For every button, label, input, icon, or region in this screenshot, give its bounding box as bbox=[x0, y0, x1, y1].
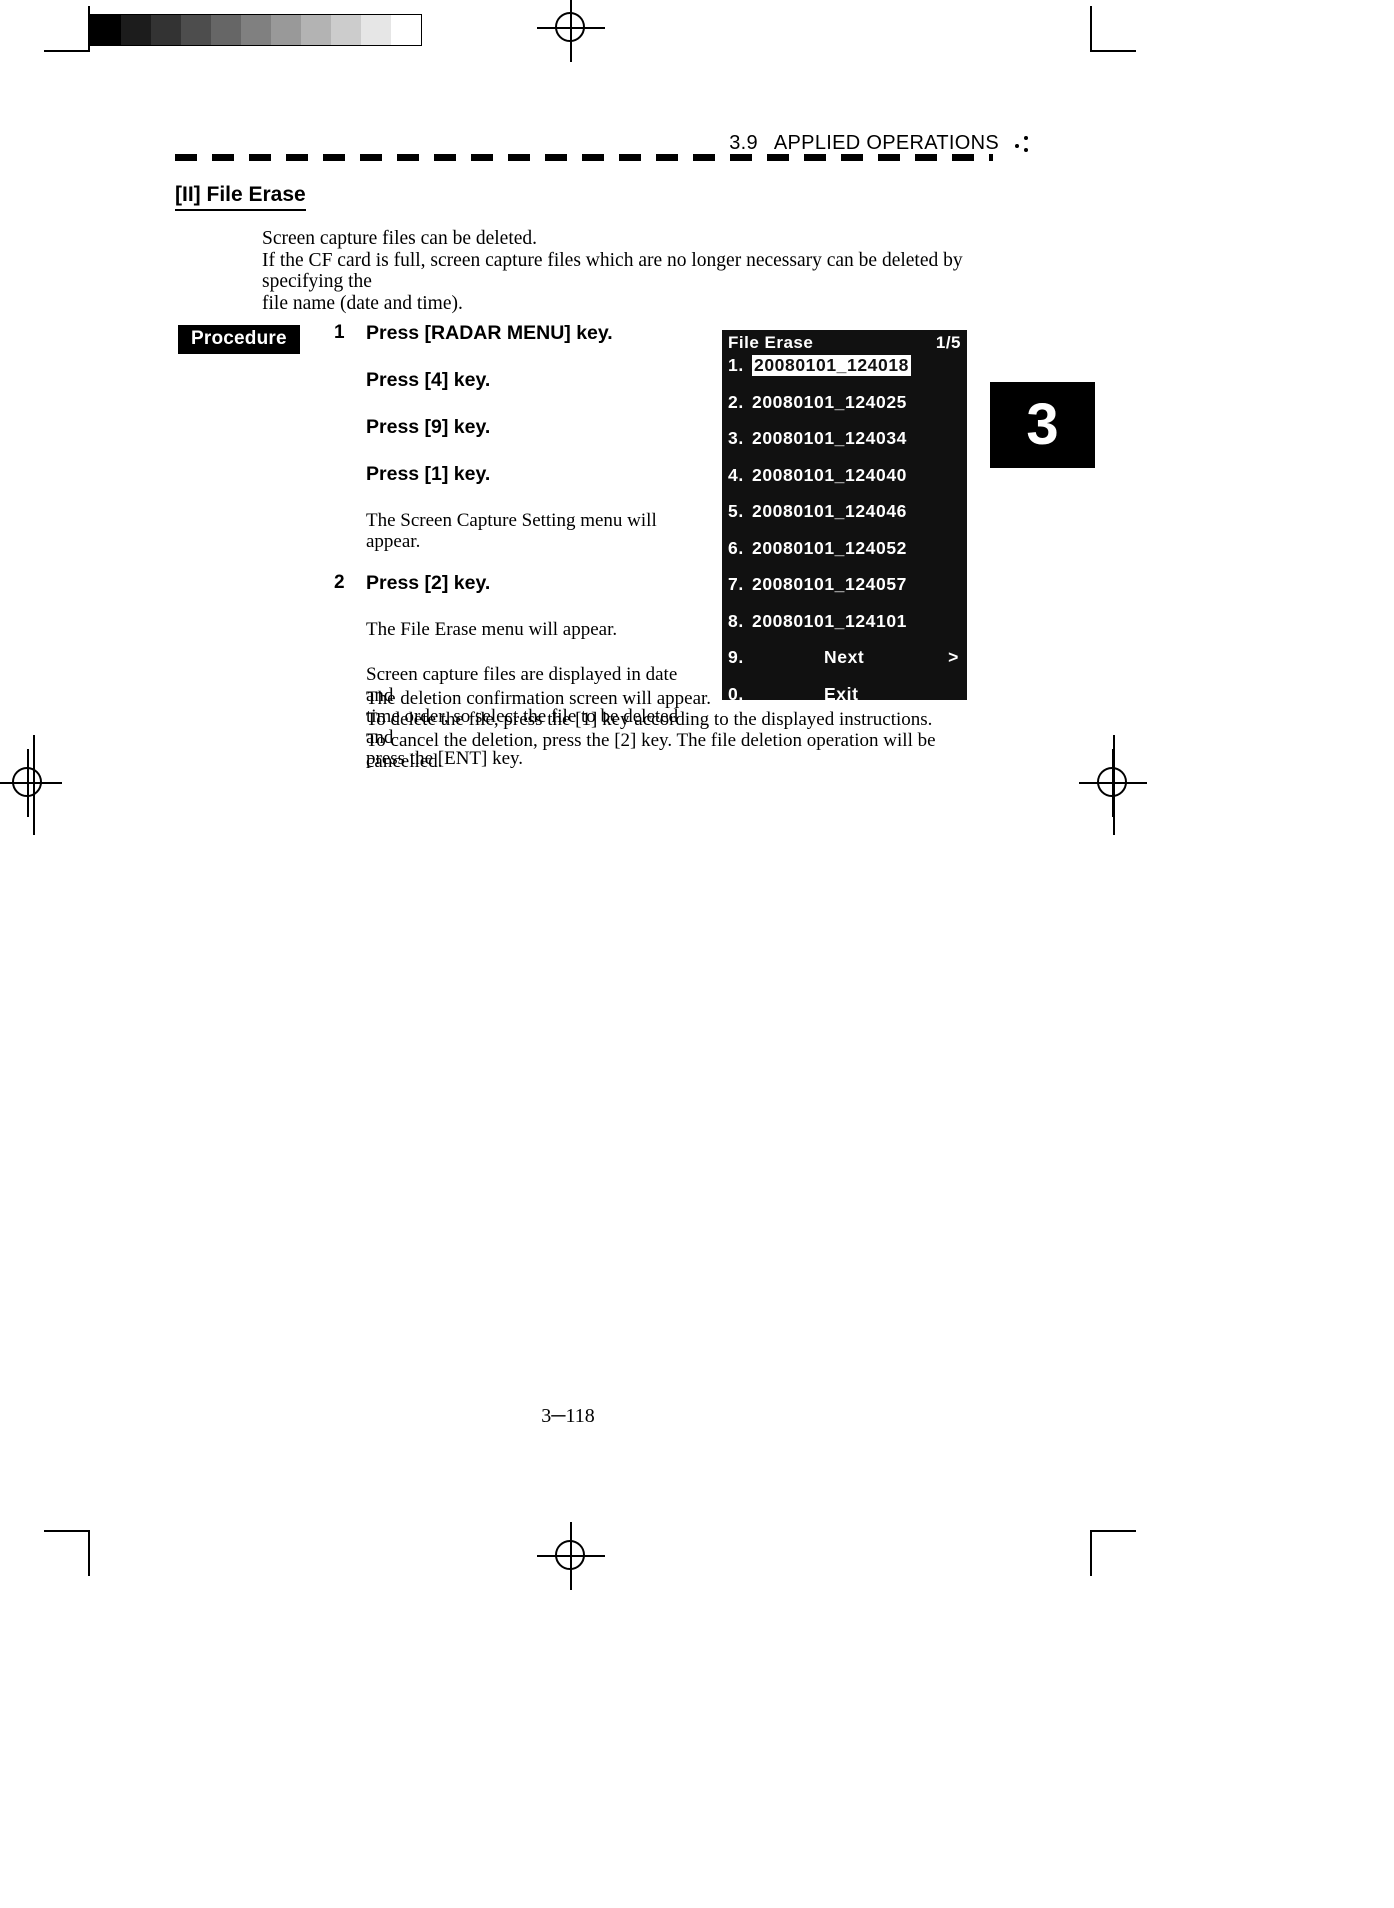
lcd-file-row[interactable]: 4. 20080101_124040 bbox=[728, 465, 961, 502]
lcd-row-index: 5. bbox=[728, 501, 744, 521]
registration-mark-top bbox=[537, 0, 605, 62]
step-item: Press [9] key. bbox=[334, 416, 704, 439]
header-dashed-rule bbox=[175, 154, 993, 161]
step-item: Press [4] key. bbox=[334, 369, 704, 392]
step-number bbox=[334, 463, 366, 486]
lcd-file-row[interactable]: 2. 20080101_124025 bbox=[728, 392, 961, 429]
greyscale-calibration-strip bbox=[90, 14, 422, 46]
lcd-row-index: 7. bbox=[728, 574, 744, 594]
step-number: 1 bbox=[334, 322, 345, 343]
lcd-file-row[interactable]: 1. 20080101_124018 bbox=[728, 355, 961, 392]
greyscale-patch-2 bbox=[151, 15, 181, 45]
registration-mark-left bbox=[0, 749, 62, 817]
lcd-row-label: Exit bbox=[824, 683, 859, 701]
crop-mark-top-right bbox=[1090, 6, 1136, 52]
lcd-file-row[interactable]: 8. 20080101_124101 bbox=[728, 611, 961, 648]
step-item: 1 Press [RADAR MENU] key. bbox=[334, 322, 704, 345]
lcd-row-label: Next bbox=[824, 647, 865, 667]
lcd-row-filename: 20080101_124040 bbox=[752, 464, 907, 485]
step-text: Press [2] key. bbox=[366, 572, 491, 594]
intro-line-2: If the CF card is full, screen capture f… bbox=[262, 249, 963, 293]
lcd-row-index: 2. bbox=[728, 391, 744, 412]
closing-line-3: To cancel the deletion, press the [2] ke… bbox=[366, 730, 936, 772]
lcd-file-list: 1. 20080101_124018 2. 20080101_124025 3. 2008… bbox=[722, 355, 967, 647]
crop-mark-bottom-left bbox=[44, 1530, 90, 1576]
lcd-file-row[interactable]: 7. 20080101_124057 bbox=[728, 574, 961, 611]
lcd-title: File Erase bbox=[728, 333, 814, 352]
lcd-row-filename: 20080101_124034 bbox=[752, 428, 907, 448]
lcd-row-filename: 20080101_124018 bbox=[752, 355, 911, 376]
intro-line-3: file name (date and time). bbox=[262, 292, 463, 314]
step-text: Press [RADAR MENU] key. bbox=[366, 322, 613, 344]
greyscale-patch-4 bbox=[211, 15, 241, 45]
chapter-tab-number: 3 bbox=[1026, 392, 1059, 457]
step-item: Press [1] key. bbox=[334, 463, 704, 486]
procedure-badge: Procedure bbox=[178, 325, 300, 354]
greyscale-patch-8 bbox=[331, 15, 361, 45]
lcd-file-row[interactable]: 3. 20080101_124034 bbox=[728, 428, 961, 465]
greyscale-patch-7 bbox=[301, 15, 331, 45]
closing-line-2: To delete the file, press the [1] key ac… bbox=[366, 709, 933, 730]
lcd-file-row[interactable]: 6. 20080101_124052 bbox=[728, 538, 961, 575]
footer-page-number: 3─118 bbox=[541, 1405, 595, 1427]
step-item: 2 Press [2] key. bbox=[334, 572, 704, 595]
greyscale-patch-1 bbox=[121, 15, 151, 45]
lcd-file-erase-screen: File Erase 1/5 1. 20080101_124018 2. 200801… bbox=[722, 330, 967, 700]
lcd-row-index: 0. bbox=[728, 683, 744, 701]
lcd-row-index: 8. bbox=[728, 610, 744, 631]
step-note: The Screen Capture Setting menu will app… bbox=[366, 510, 657, 552]
header-text: 3.9 APPLIED OPERATIONS bbox=[729, 132, 999, 155]
lcd-row-filename: 20080101_124052 bbox=[752, 537, 907, 558]
header-section-number: 3.9 bbox=[729, 132, 758, 154]
greyscale-patch-0 bbox=[91, 15, 121, 45]
step-text: Press [9] key. bbox=[366, 416, 491, 438]
greyscale-patch-5 bbox=[241, 15, 271, 45]
step-note: The File Erase menu will appear. bbox=[366, 619, 618, 640]
lcd-row-filename: 20080101_124025 bbox=[752, 391, 907, 412]
lcd-exit-row[interactable]: 0. Exit bbox=[728, 684, 961, 701]
lcd-row-index: 6. bbox=[728, 537, 744, 558]
intro-paragraph: Screen capture files can be deleted. If … bbox=[262, 228, 1002, 314]
step-text: Press [4] key. bbox=[366, 369, 491, 391]
chevron-right-icon: > bbox=[948, 647, 959, 667]
crop-mark-bottom-right bbox=[1090, 1530, 1136, 1576]
intro-line-1: Screen capture files can be deleted. bbox=[262, 228, 538, 249]
lcd-row-index: 9. bbox=[728, 647, 744, 667]
lcd-file-row[interactable]: 5. 20080101_124046 bbox=[728, 501, 961, 538]
greyscale-patch-3 bbox=[181, 15, 211, 45]
four-dots-icon bbox=[1013, 134, 1039, 160]
header-section-title: APPLIED OPERATIONS bbox=[773, 132, 999, 154]
lcd-row-index: 4. bbox=[728, 464, 744, 485]
step-number bbox=[334, 369, 366, 392]
registration-mark-bottom bbox=[537, 1522, 605, 1590]
step-text: Press [1] key. bbox=[366, 463, 491, 485]
lcd-row-filename: 20080101_124101 bbox=[752, 610, 907, 631]
greyscale-patch-9 bbox=[361, 15, 391, 45]
lcd-row-filename: 20080101_124046 bbox=[752, 501, 907, 521]
page-title: [II] File Erase bbox=[175, 183, 306, 211]
chapter-tab: 3 bbox=[990, 382, 1095, 468]
trim-line-left bbox=[33, 735, 35, 835]
trim-line-right bbox=[1113, 735, 1115, 835]
lcd-row-index: 1. bbox=[728, 355, 744, 375]
step-number bbox=[334, 416, 366, 439]
crop-mark-top-left bbox=[44, 6, 90, 52]
lcd-page-indicator: 1/5 bbox=[935, 333, 961, 352]
greyscale-patch-6 bbox=[271, 15, 301, 45]
step-number: 2 bbox=[334, 572, 345, 593]
lcd-header: File Erase 1/5 bbox=[728, 333, 961, 355]
lcd-row-filename: 20080101_124057 bbox=[752, 574, 907, 594]
closing-paragraph: The deletion confirmation screen will ap… bbox=[366, 688, 1006, 772]
greyscale-patch-10 bbox=[391, 15, 421, 45]
lcd-row-index: 3. bbox=[728, 428, 744, 448]
lcd-next-row[interactable]: 9. Next > bbox=[728, 647, 961, 684]
